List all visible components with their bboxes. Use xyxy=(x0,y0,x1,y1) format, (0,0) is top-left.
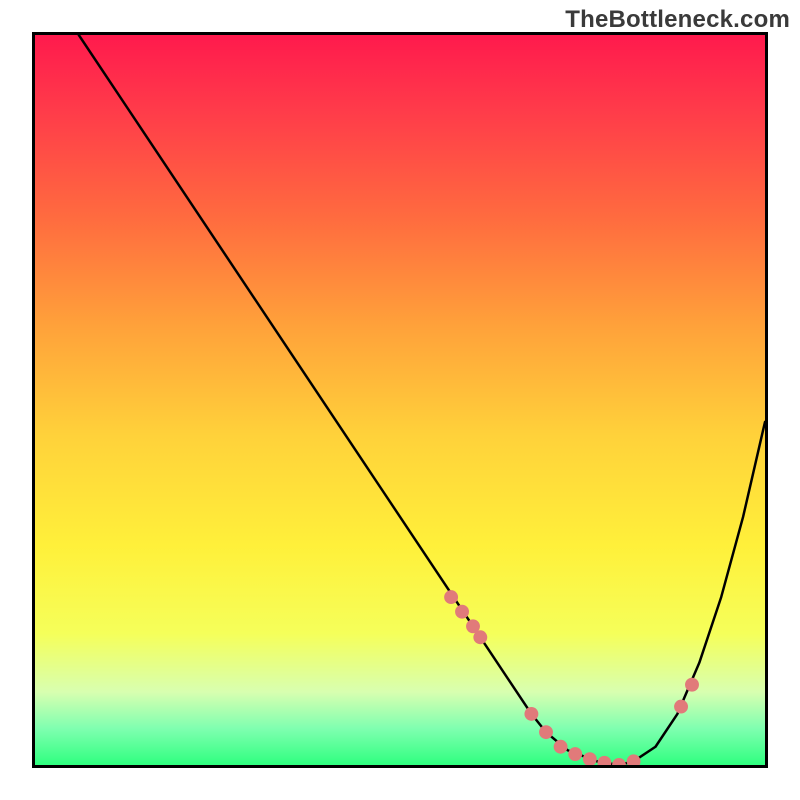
highlight-point xyxy=(597,756,611,765)
highlight-point xyxy=(554,740,568,754)
curve-overlay xyxy=(35,35,765,765)
highlight-point xyxy=(473,630,487,644)
highlight-point xyxy=(524,707,538,721)
plot-area xyxy=(32,32,768,768)
highlight-point xyxy=(583,752,597,765)
highlight-point xyxy=(674,700,688,714)
highlight-point xyxy=(568,747,582,761)
chart-container: TheBottleneck.com xyxy=(0,0,800,800)
highlight-point xyxy=(612,758,626,765)
bottleneck-curve xyxy=(79,35,765,765)
highlight-point xyxy=(685,678,699,692)
highlight-point xyxy=(539,725,553,739)
highlight-point xyxy=(455,605,469,619)
highlight-point xyxy=(627,754,641,765)
highlight-point xyxy=(444,590,458,604)
watermark-text: TheBottleneck.com xyxy=(565,6,790,34)
